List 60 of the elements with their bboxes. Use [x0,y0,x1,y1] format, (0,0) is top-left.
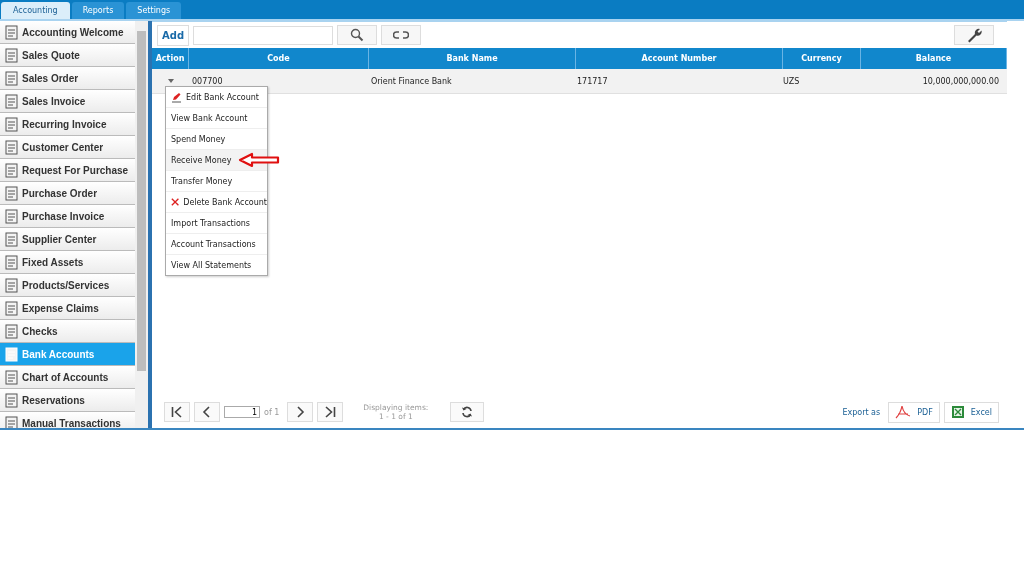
search-field[interactable] [193,25,334,45]
export-label: Export as [842,407,881,417]
pencil-icon [171,91,182,103]
page-field[interactable]: 1 [224,406,260,418]
document-icon [5,139,18,155]
menu-item[interactable]: Edit Bank Account [166,87,267,108]
document-icon [5,231,18,247]
refresh-button[interactable] [450,402,485,422]
document-icon [5,369,18,385]
search-icon [350,28,365,42]
menu-item[interactable]: View All Statements [166,255,267,275]
document-icon [5,208,18,224]
table-cell-text: Orient Finance Bank [370,75,453,88]
add-button[interactable]: Add [157,24,190,46]
first-page-icon [171,406,183,418]
table-cell-text: 007700 [191,75,224,88]
document-icon [5,47,18,63]
document-icon [5,323,18,339]
sidebar-item[interactable]: Accounting Welcome [0,21,135,44]
menu-item[interactable]: Import Transactions [166,213,267,234]
page-count: of 1 [264,407,280,417]
menu-item[interactable]: Account Transactions [166,234,267,255]
last-page-button[interactable] [317,402,344,422]
document-icon [5,93,18,109]
table-cell-text: 10,000,000,000.00 [921,75,1000,88]
next-page-button[interactable] [287,402,314,422]
document-icon [5,162,18,178]
document-icon [5,185,18,201]
table-cell-text: 171717 [576,75,609,88]
document-icon [5,415,18,428]
menu-item[interactable]: View Bank Account [166,108,267,129]
menu-item[interactable]: Transfer Money [166,171,267,192]
settings-button[interactable] [954,25,994,45]
refresh-icon [461,406,474,418]
document-icon [5,254,18,270]
search-button[interactable] [337,25,378,45]
pdf-icon [895,405,912,419]
wrench-icon [966,27,982,43]
document-icon [5,70,18,86]
document-icon [5,392,18,408]
document-icon [5,346,18,362]
document-icon [5,277,18,293]
document-icon [5,24,18,40]
clear-button[interactable] [381,25,422,45]
scrollbar[interactable] [135,21,148,428]
document-icon [5,116,18,132]
last-page-icon [324,406,337,418]
excel-export-button[interactable]: Excel [943,401,999,423]
first-page-button[interactable] [164,402,190,422]
spreadsheet-icon [950,405,965,419]
sidebar-item[interactable]: Purchase Invoice [0,205,135,228]
delete-icon [171,197,180,207]
tab[interactable]: Accounting [1,2,70,19]
chevron-right-icon [294,406,307,418]
link-icon [393,30,410,40]
table-cell-text: UZS [782,75,801,88]
document-icon [5,300,18,316]
menu-item[interactable]: Delete Bank Account [166,192,267,213]
chevron-left-icon [201,406,213,418]
pdf-export-button[interactable]: PDF [888,401,940,423]
